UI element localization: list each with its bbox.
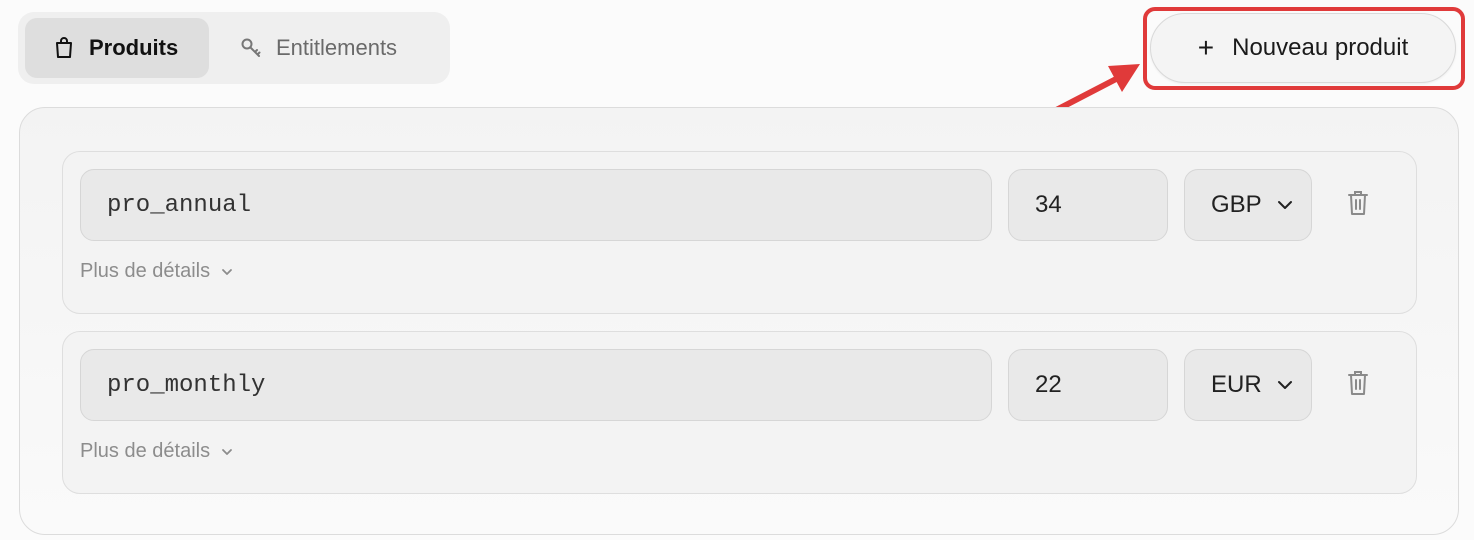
- tab-produits-label: Produits: [89, 35, 179, 60]
- price-value: 34: [1035, 191, 1062, 218]
- price-input[interactable]: 22: [1008, 349, 1168, 421]
- price-value: 22: [1035, 371, 1062, 398]
- plus-icon: +: [1197, 32, 1215, 63]
- delete-product-button[interactable]: [1345, 370, 1371, 401]
- currency-select[interactable]: GBP: [1184, 169, 1312, 241]
- currency-value: GBP: [1211, 191, 1262, 218]
- more-details-toggle[interactable]: Plus de détails: [80, 260, 234, 283]
- chevron-down-icon: [1275, 375, 1295, 395]
- new-product-button[interactable]: + Nouveau produit: [1150, 13, 1456, 83]
- more-details-label: Plus de détails: [80, 260, 211, 282]
- product-card: pro_annual 34 GBP Plus de détails: [62, 151, 1417, 314]
- tab-entitlements[interactable]: Entitlements: [228, 18, 438, 78]
- bag-icon: [53, 37, 75, 59]
- products-panel: pro_annual 34 GBP Plus de détails pro_mo…: [19, 107, 1459, 535]
- chevron-down-icon: [220, 265, 234, 279]
- chevron-down-icon: [1275, 195, 1295, 215]
- product-name-value: pro_monthly: [107, 371, 266, 399]
- key-icon: [240, 37, 262, 59]
- currency-value: EUR: [1211, 371, 1262, 398]
- product-name-input[interactable]: pro_annual: [80, 169, 992, 241]
- currency-select[interactable]: EUR: [1184, 349, 1312, 421]
- trash-icon: [1347, 370, 1369, 401]
- product-card: pro_monthly 22 EUR Plus de détails: [62, 331, 1417, 494]
- tab-bar: Produits Entitlements: [18, 12, 450, 84]
- more-details-label: Plus de détails: [80, 440, 211, 462]
- product-name-value: pro_annual: [107, 191, 252, 219]
- new-product-button-label: Nouveau produit: [1232, 34, 1409, 61]
- product-name-input[interactable]: pro_monthly: [80, 349, 992, 421]
- delete-product-button[interactable]: [1345, 190, 1371, 221]
- price-input[interactable]: 34: [1008, 169, 1168, 241]
- chevron-down-icon: [220, 445, 234, 459]
- tab-entitlements-label: Entitlements: [276, 35, 398, 60]
- more-details-toggle[interactable]: Plus de détails: [80, 440, 234, 463]
- trash-icon: [1347, 190, 1369, 221]
- tab-produits[interactable]: Produits: [25, 18, 209, 78]
